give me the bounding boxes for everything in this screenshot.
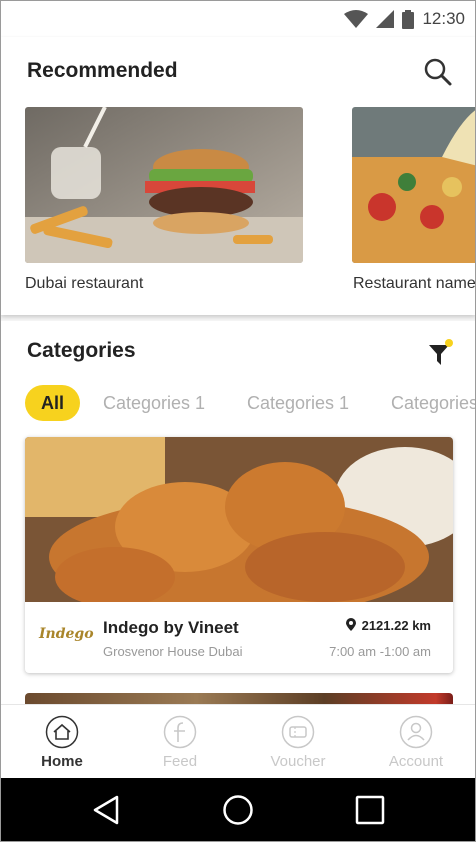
recommended-card-image[interactable] (352, 107, 475, 263)
fried-chicken-image (25, 437, 453, 602)
restaurant-distance: 2121.22 km (345, 618, 431, 633)
voucher-icon (281, 715, 315, 749)
nav-account[interactable]: Account (357, 705, 475, 779)
chip-category[interactable]: Categories 1 (103, 385, 205, 421)
home-icon (45, 715, 79, 749)
nav-feed-label: Feed (162, 753, 198, 770)
chip-category[interactable]: Categories (391, 385, 475, 421)
nav-home-label: Home (41, 753, 83, 770)
battery-icon (402, 9, 415, 29)
restaurant-hours: 7:00 am -1:00 am (329, 644, 431, 659)
bottom-navigation: Home Feed Voucher Account (1, 704, 475, 779)
home-button-icon[interactable] (222, 794, 254, 826)
signal-icon (376, 10, 395, 28)
category-chips: All Categories 1 Categories 1 Categories (25, 385, 475, 421)
restaurant-name: Indego by Vineet (103, 618, 239, 637)
search-icon[interactable] (423, 57, 453, 87)
recents-icon[interactable] (355, 795, 385, 825)
restaurant-info: Indego Indego by Vineet Grosvenor House … (25, 602, 453, 673)
restaurant-card[interactable]: Indego Indego by Vineet Grosvenor House … (25, 437, 453, 673)
chip-all[interactable]: All (25, 385, 81, 421)
status-time: 12:30 (422, 9, 465, 28)
nav-voucher-label: Voucher (270, 753, 326, 770)
feed-icon (163, 715, 197, 749)
categories-title: Categories (27, 339, 136, 362)
restaurant-logo: Indego (39, 626, 94, 642)
categories-section: Categories All Categories 1 Categories 1… (1, 321, 475, 741)
recommended-item-label[interactable]: Dubai restaurant (25, 275, 143, 293)
burger-image (25, 107, 303, 263)
restaurant-address: Grosvenor House Dubai (103, 644, 243, 659)
distance-text: 2121.22 km (361, 618, 431, 633)
location-pin-icon (345, 618, 356, 631)
recommended-title: Recommended (27, 59, 178, 82)
back-icon[interactable] (91, 794, 123, 826)
system-navigation-bar (1, 778, 475, 841)
recommended-item-label[interactable]: Restaurant name (353, 275, 475, 293)
recommended-card-image[interactable] (25, 107, 303, 263)
nav-account-label: Account (388, 753, 444, 770)
account-icon (399, 715, 433, 749)
nav-voucher[interactable]: Voucher (239, 705, 357, 779)
status-bar: 12:30 (1, 1, 475, 37)
nav-feed[interactable]: Feed (121, 705, 239, 779)
wifi-icon (344, 10, 369, 28)
chip-category[interactable]: Categories 1 (247, 385, 349, 421)
recommended-section: Recommended Dubai restaurant Restaurant … (1, 37, 475, 315)
filter-icon[interactable] (427, 339, 455, 367)
nav-home[interactable]: Home (3, 705, 121, 779)
app-screen: 12:30 Recommended Dubai restaurant Resta… (0, 0, 476, 842)
pizza-image (352, 107, 475, 263)
status-icons: 12:30 (344, 9, 465, 29)
